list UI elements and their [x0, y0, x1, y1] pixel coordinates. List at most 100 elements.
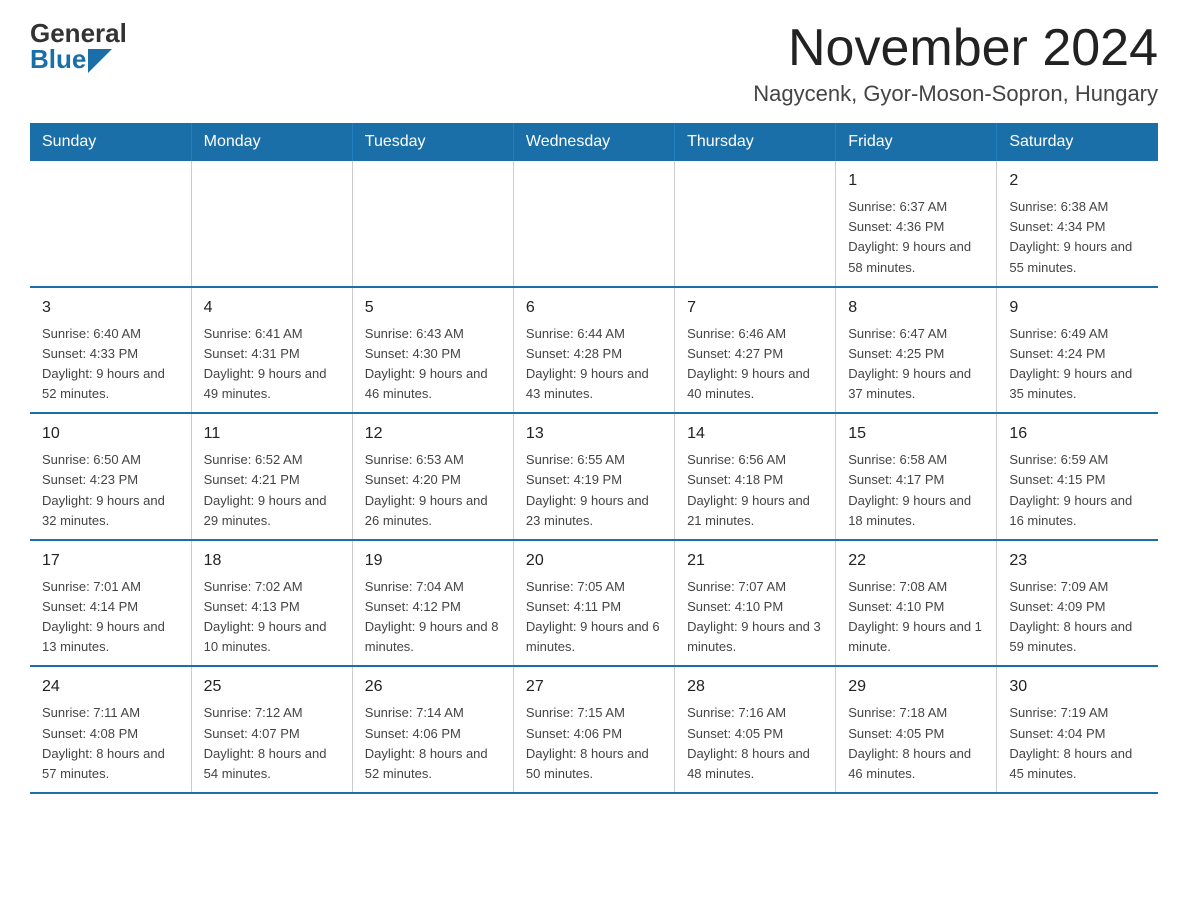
day-info: Sunrise: 7:05 AMSunset: 4:11 PMDaylight:… — [526, 577, 662, 658]
day-info: Sunrise: 6:43 AMSunset: 4:30 PMDaylight:… — [365, 324, 501, 405]
calendar-cell: 14 Sunrise: 6:56 AMSunset: 4:18 PMDayligh… — [675, 413, 836, 540]
calendar-cell: 12Sunrise: 6:53 AMSunset: 4:20 PMDayligh… — [352, 413, 513, 540]
day-info: Sunrise: 6:40 AMSunset: 4:33 PMDaylight:… — [42, 324, 179, 405]
calendar-cell — [513, 161, 674, 287]
day-header-friday: Friday — [836, 123, 997, 161]
day-info: Sunrise: 6:38 AMSunset: 4:34 PMDaylight:… — [1009, 197, 1146, 278]
day-info: Sunrise: 6:56 AMSunset: 4:18 PMDaylight:… — [687, 450, 823, 531]
day-info: Sunrise: 6:59 AMSunset: 4:15 PMDaylight:… — [1009, 450, 1146, 531]
day-header-monday: Monday — [191, 123, 352, 161]
calendar-cell: 2 Sunrise: 6:38 AMSunset: 4:34 PMDaylight… — [997, 161, 1158, 287]
day-info: Sunrise: 7:02 AMSunset: 4:13 PMDaylight:… — [204, 577, 340, 658]
day-number: 14 — [687, 422, 823, 446]
day-number: 26 — [365, 675, 501, 699]
day-info: Sunrise: 7:12 AMSunset: 4:07 PMDaylight:… — [204, 703, 340, 784]
calendar-cell: 21 Sunrise: 7:07 AMSunset: 4:10 PMDayligh… — [675, 540, 836, 667]
calendar-cell: 28 Sunrise: 7:16 AMSunset: 4:05 PMDayligh… — [675, 666, 836, 793]
day-info: Sunrise: 7:16 AMSunset: 4:05 PMDaylight:… — [687, 703, 823, 784]
day-info: Sunrise: 7:04 AMSunset: 4:12 PMDaylight:… — [365, 577, 501, 658]
day-number: 23 — [1009, 549, 1146, 573]
day-number: 15 — [848, 422, 984, 446]
day-info: Sunrise: 7:07 AMSunset: 4:10 PMDaylight:… — [687, 577, 823, 658]
day-number: 13 — [526, 422, 662, 446]
day-number: 28 — [687, 675, 823, 699]
day-header-tuesday: Tuesday — [352, 123, 513, 161]
day-number: 6 — [526, 296, 662, 320]
calendar-cell: 3 Sunrise: 6:40 AMSunset: 4:33 PMDaylight… — [30, 287, 191, 414]
day-info: Sunrise: 6:41 AMSunset: 4:31 PMDaylight:… — [204, 324, 340, 405]
calendar-cell: 17Sunrise: 7:01 AMSunset: 4:14 PMDayligh… — [30, 540, 191, 667]
day-info: Sunrise: 7:08 AMSunset: 4:10 PMDaylight:… — [848, 577, 984, 658]
day-header-wednesday: Wednesday — [513, 123, 674, 161]
day-info: Sunrise: 7:18 AMSunset: 4:05 PMDaylight:… — [848, 703, 984, 784]
day-number: 1 — [848, 169, 984, 193]
logo: General Blue — [30, 20, 127, 72]
month-title: November 2024 — [753, 20, 1158, 77]
week-row-1: 1 Sunrise: 6:37 AMSunset: 4:36 PMDaylight… — [30, 161, 1158, 287]
day-number: 27 — [526, 675, 662, 699]
day-number: 24 — [42, 675, 179, 699]
day-number: 30 — [1009, 675, 1146, 699]
day-info: Sunrise: 6:46 AMSunset: 4:27 PMDaylight:… — [687, 324, 823, 405]
day-header-saturday: Saturday — [997, 123, 1158, 161]
days-of-week-row: SundayMondayTuesdayWednesdayThursdayFrid… — [30, 123, 1158, 161]
day-number: 10 — [42, 422, 179, 446]
calendar-cell: 13Sunrise: 6:55 AMSunset: 4:19 PMDayligh… — [513, 413, 674, 540]
calendar-cell: 18 Sunrise: 7:02 AMSunset: 4:13 PMDayligh… — [191, 540, 352, 667]
week-row-5: 24 Sunrise: 7:11 AMSunset: 4:08 PMDayligh… — [30, 666, 1158, 793]
day-number: 3 — [42, 296, 179, 320]
calendar-header: SundayMondayTuesdayWednesdayThursdayFrid… — [30, 123, 1158, 161]
calendar-cell: 5 Sunrise: 6:43 AMSunset: 4:30 PMDaylight… — [352, 287, 513, 414]
calendar-cell: 19 Sunrise: 7:04 AMSunset: 4:12 PMDayligh… — [352, 540, 513, 667]
day-info: Sunrise: 6:50 AMSunset: 4:23 PMDaylight:… — [42, 450, 179, 531]
calendar-cell: 15 Sunrise: 6:58 AMSunset: 4:17 PMDayligh… — [836, 413, 997, 540]
calendar-cell: 29 Sunrise: 7:18 AMSunset: 4:05 PMDayligh… — [836, 666, 997, 793]
day-info: Sunrise: 7:11 AMSunset: 4:08 PMDaylight:… — [42, 703, 179, 784]
calendar-cell: 22 Sunrise: 7:08 AMSunset: 4:10 PMDayligh… — [836, 540, 997, 667]
calendar-cell: 23 Sunrise: 7:09 AMSunset: 4:09 PMDayligh… — [997, 540, 1158, 667]
week-row-2: 3 Sunrise: 6:40 AMSunset: 4:33 PMDaylight… — [30, 287, 1158, 414]
location-subtitle: Nagycenk, Gyor-Moson-Sopron, Hungary — [753, 81, 1158, 107]
calendar-cell: 10 Sunrise: 6:50 AMSunset: 4:23 PMDayligh… — [30, 413, 191, 540]
week-row-3: 10 Sunrise: 6:50 AMSunset: 4:23 PMDayligh… — [30, 413, 1158, 540]
logo-triangle-icon — [88, 49, 112, 73]
day-info: Sunrise: 6:52 AMSunset: 4:21 PMDaylight:… — [204, 450, 340, 531]
day-info: Sunrise: 7:14 AMSunset: 4:06 PMDaylight:… — [365, 703, 501, 784]
logo-general-text: General — [30, 20, 127, 46]
day-info: Sunrise: 7:15 AMSunset: 4:06 PMDaylight:… — [526, 703, 662, 784]
day-number: 21 — [687, 549, 823, 573]
day-info: Sunrise: 6:49 AMSunset: 4:24 PMDaylight:… — [1009, 324, 1146, 405]
day-info: Sunrise: 6:37 AMSunset: 4:36 PMDaylight:… — [848, 197, 984, 278]
day-number: 19 — [365, 549, 501, 573]
day-info: Sunrise: 6:44 AMSunset: 4:28 PMDaylight:… — [526, 324, 662, 405]
calendar-cell — [191, 161, 352, 287]
calendar-cell: 24 Sunrise: 7:11 AMSunset: 4:08 PMDayligh… — [30, 666, 191, 793]
calendar-cell: 9 Sunrise: 6:49 AMSunset: 4:24 PMDaylight… — [997, 287, 1158, 414]
day-info: Sunrise: 7:09 AMSunset: 4:09 PMDaylight:… — [1009, 577, 1146, 658]
day-number: 17 — [42, 549, 179, 573]
calendar-cell: 4Sunrise: 6:41 AMSunset: 4:31 PMDaylight… — [191, 287, 352, 414]
day-number: 16 — [1009, 422, 1146, 446]
calendar-cell: 8 Sunrise: 6:47 AMSunset: 4:25 PMDaylight… — [836, 287, 997, 414]
calendar-cell: 30 Sunrise: 7:19 AMSunset: 4:04 PMDayligh… — [997, 666, 1158, 793]
day-number: 9 — [1009, 296, 1146, 320]
day-number: 8 — [848, 296, 984, 320]
day-info: Sunrise: 6:47 AMSunset: 4:25 PMDaylight:… — [848, 324, 984, 405]
calendar-cell: 6 Sunrise: 6:44 AMSunset: 4:28 PMDaylight… — [513, 287, 674, 414]
day-info: Sunrise: 7:19 AMSunset: 4:04 PMDaylight:… — [1009, 703, 1146, 784]
logo-blue-text: Blue — [30, 46, 86, 72]
day-number: 2 — [1009, 169, 1146, 193]
day-number: 5 — [365, 296, 501, 320]
day-header-thursday: Thursday — [675, 123, 836, 161]
day-number: 25 — [204, 675, 340, 699]
day-number: 22 — [848, 549, 984, 573]
calendar-cell: 26 Sunrise: 7:14 AMSunset: 4:06 PMDayligh… — [352, 666, 513, 793]
calendar-cell: 1 Sunrise: 6:37 AMSunset: 4:36 PMDaylight… — [836, 161, 997, 287]
day-number: 18 — [204, 549, 340, 573]
calendar-table: SundayMondayTuesdayWednesdayThursdayFrid… — [30, 123, 1158, 794]
title-section: November 2024 Nagycenk, Gyor-Moson-Sopro… — [753, 20, 1158, 107]
day-info: Sunrise: 6:58 AMSunset: 4:17 PMDaylight:… — [848, 450, 984, 531]
day-number: 29 — [848, 675, 984, 699]
calendar-cell: 27 Sunrise: 7:15 AMSunset: 4:06 PMDayligh… — [513, 666, 674, 793]
page-header: General Blue November 2024 Nagycenk, Gyo… — [30, 20, 1158, 107]
